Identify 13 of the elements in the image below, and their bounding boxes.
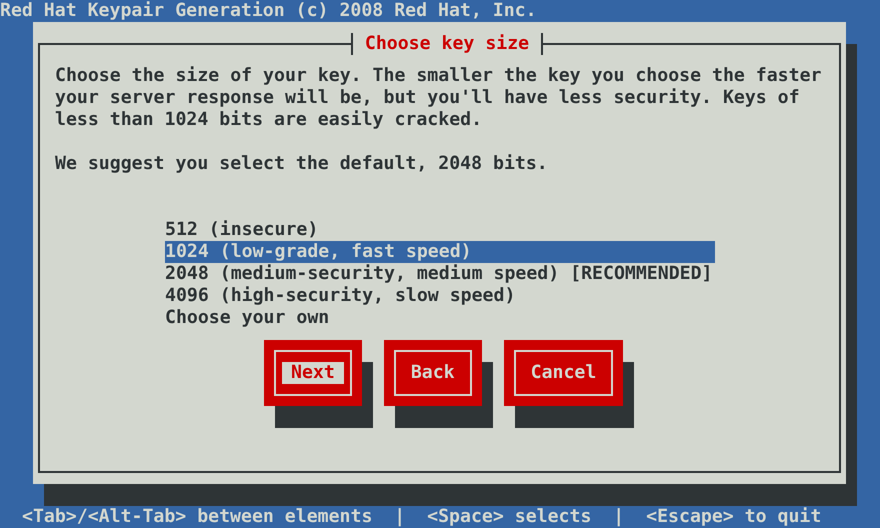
key-size-option[interactable]: 1024 (low-grade, fast speed) [165, 241, 715, 263]
dialog-button[interactable]: Back [384, 340, 482, 406]
suggestion-text: We suggest you select the default, 2048 bits. [55, 153, 548, 175]
key-hints: <Tab>/<Alt-Tab> between elements | <Space> selects | <Escape> to quit [22, 506, 822, 528]
dialog-title: Choose key size [350, 33, 544, 55]
screen-title: Red Hat Keypair Generation (c) 2008 Red Hat, Inc. [0, 0, 537, 22]
dialog-button[interactable]: Next [264, 340, 362, 406]
key-size-option[interactable]: 512 (insecure) [165, 219, 715, 241]
key-size-option[interactable]: Choose your own [165, 307, 715, 329]
key-size-option[interactable]: 2048 (medium-security, medium speed) [RECOMMENDED] [165, 263, 715, 285]
dialog-button[interactable]: Cancel [504, 340, 624, 406]
key-size-option[interactable]: 4096 (high-security, slow speed) [165, 285, 715, 307]
description-text: Choose the size of your key. The smaller the key you choose the faster your server response will be, but you'll have less security. Keys of less than 1024 bits are easily cracked. [55, 65, 822, 131]
